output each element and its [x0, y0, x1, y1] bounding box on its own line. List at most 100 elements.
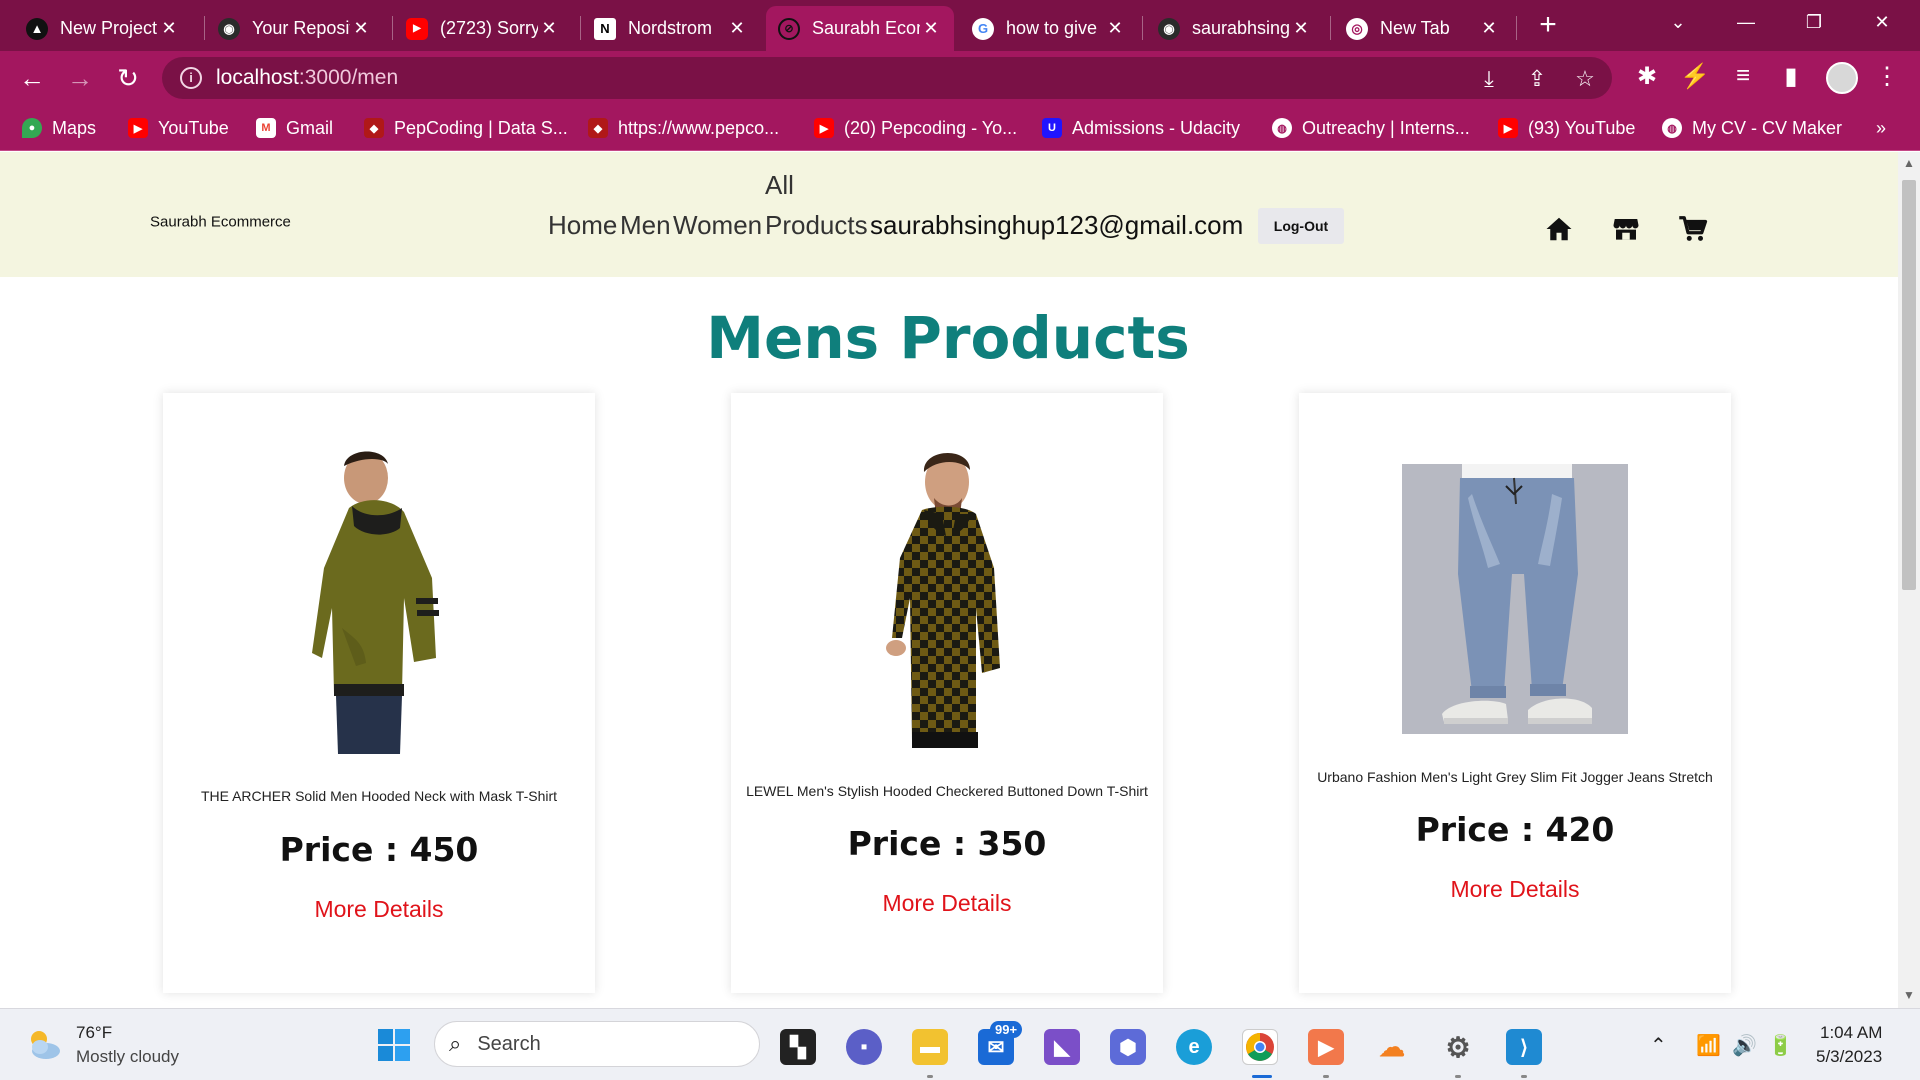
tab-search-chevron-icon[interactable]: ⌄	[1648, 0, 1708, 44]
product-image-hoodie[interactable]	[163, 448, 595, 754]
store-icon[interactable]	[1611, 214, 1641, 244]
taskbar-search-input[interactable]: ⌕ Search	[434, 1021, 760, 1067]
taskbar-clock-time[interactable]: 1:04 AM	[1820, 1023, 1882, 1043]
bookmark-gmail[interactable]: M Gmail	[256, 115, 333, 141]
share-icon[interactable]: ⇪	[1524, 66, 1550, 92]
browser-tab-nordstrom[interactable]: N Nordstrom ✕	[582, 6, 760, 51]
scroll-down-arrow-icon[interactable]: ▼	[1898, 988, 1920, 1002]
bookmark-pepcoding-youtube[interactable]: ▶ (20) Pepcoding - Yo...	[814, 115, 1017, 141]
home-icon[interactable]	[1544, 214, 1574, 244]
bookmark-udacity[interactable]: U Admissions - Udacity	[1042, 115, 1240, 141]
battery-charging-icon[interactable]: 🔋	[1768, 1033, 1793, 1058]
side-panel-icon[interactable]: ▮	[1776, 62, 1806, 91]
nav-link-men[interactable]: Men	[620, 210, 671, 241]
bookmark-youtube-93[interactable]: ▶ (93) YouTube	[1498, 115, 1635, 141]
scrollbar-thumb[interactable]	[1902, 180, 1916, 590]
running-indicator	[927, 1075, 933, 1078]
bookmark-pepcoding-url[interactable]: ◆ https://www.pepco...	[588, 115, 779, 141]
cloud-app-icon[interactable]: ☁	[1374, 1029, 1410, 1065]
close-icon[interactable]: ✕	[538, 18, 560, 39]
settings-gear-icon[interactable]: ⚙	[1440, 1029, 1476, 1065]
reading-list-icon[interactable]: ≡	[1728, 62, 1758, 90]
nav-link-all-products[interactable]: All	[765, 170, 794, 201]
file-explorer-icon[interactable]: ▬	[912, 1029, 948, 1065]
close-icon[interactable]: ✕	[920, 18, 942, 39]
running-indicator	[1323, 1075, 1329, 1078]
install-app-icon[interactable]: ⤓	[1476, 66, 1502, 92]
tab-separator	[204, 16, 205, 40]
browser-tab-new-tab[interactable]: ◎ New Tab ✕	[1334, 6, 1512, 51]
bookmark-pepcoding[interactable]: ◆ PepCoding | Data S...	[364, 115, 568, 141]
task-view-icon[interactable]: ▚	[780, 1029, 816, 1065]
bookmarks-overflow-icon[interactable]: »	[1876, 115, 1886, 141]
close-icon[interactable]: ✕	[1104, 18, 1126, 39]
forward-arrow-icon[interactable]: →	[64, 62, 96, 94]
weather-cloudy-icon[interactable]	[24, 1025, 64, 1065]
bookmark-maps[interactable]: ● Maps	[22, 115, 96, 141]
product-card: LEWEL Men's Stylish Hooded Checkered But…	[731, 393, 1163, 993]
bookmark-cv-maker[interactable]: ◍ My CV - CV Maker	[1662, 115, 1842, 141]
new-tab-button[interactable]: +	[1530, 8, 1566, 44]
site-brand[interactable]: Saurabh Ecommerce	[150, 214, 291, 231]
youtube-icon: ▶	[1498, 118, 1518, 138]
browser-tab-saurabh-ecommerce[interactable]: ⊘ Saurabh Ecommerce ✕	[766, 6, 954, 51]
close-icon[interactable]: ✕	[350, 18, 372, 39]
browser-tab-youtube[interactable]: ▶ (2723) Sorry ✕	[394, 6, 572, 51]
visual-studio-icon[interactable]: ◣	[1044, 1029, 1080, 1065]
logout-button[interactable]: Log-Out	[1258, 208, 1344, 244]
product-image-jogger-jeans[interactable]	[1299, 464, 1731, 734]
bookmark-youtube[interactable]: ▶ YouTube	[128, 115, 229, 141]
close-icon[interactable]: ✕	[1290, 18, 1312, 39]
address-bar[interactable]: i localhost:3000/men ⤓ ⇪ ☆	[162, 57, 1612, 99]
more-details-link[interactable]: More Details	[731, 890, 1163, 917]
site-info-icon[interactable]: i	[180, 67, 202, 89]
close-window-button[interactable]: ✕	[1852, 0, 1912, 44]
weather-description[interactable]: Mostly cloudy	[76, 1047, 179, 1067]
nav-link-women[interactable]: Women	[673, 210, 762, 241]
page-scrollbar[interactable]: ▲ ▼	[1898, 152, 1920, 1008]
teams-chat-icon[interactable]: ▪	[846, 1029, 882, 1065]
more-details-link[interactable]: More Details	[163, 896, 595, 923]
product-card: THE ARCHER Solid Men Hooded Neck with Ma…	[163, 393, 595, 993]
windows-start-icon[interactable]	[376, 1027, 412, 1063]
url-text[interactable]: localhost:3000/men	[216, 66, 398, 90]
more-details-link[interactable]: More Details	[1299, 876, 1731, 903]
scroll-up-arrow-icon[interactable]: ▲	[1898, 156, 1920, 170]
browser-tab-google-search[interactable]: G how to give ✕	[960, 6, 1138, 51]
nav-link-all-products-line1: All	[765, 170, 794, 200]
cart-icon[interactable]	[1678, 214, 1708, 244]
kebab-menu-icon[interactable]: ⋮	[1872, 62, 1902, 91]
bookmark-star-icon[interactable]: ☆	[1572, 66, 1598, 92]
presentation-app-icon[interactable]: ▶	[1308, 1029, 1344, 1065]
copilot-icon[interactable]: ⬢	[1110, 1029, 1146, 1065]
wifi-icon[interactable]: 📶	[1696, 1033, 1721, 1058]
browser-tab-new-project[interactable]: ▲ New Project ✕	[14, 6, 192, 51]
tab-separator	[580, 16, 581, 40]
nav-link-all-products-line2[interactable]: Products	[765, 210, 868, 241]
product-card: Urbano Fashion Men's Light Grey Slim Fit…	[1299, 393, 1731, 993]
taskbar-clock-date[interactable]: 5/3/2023	[1816, 1047, 1882, 1067]
browser-tab-github-profile[interactable]: ◉ saurabhsinghup ✕	[1146, 6, 1324, 51]
vscode-icon[interactable]: ⟩	[1506, 1029, 1542, 1065]
tray-chevron-up-icon[interactable]: ⌃	[1650, 1033, 1667, 1058]
chrome-icon[interactable]	[1242, 1029, 1278, 1065]
edge-icon[interactable]: e	[1176, 1029, 1212, 1065]
bookmark-outreachy[interactable]: ◍ Outreachy | Interns...	[1272, 115, 1470, 141]
youtube-icon: ▶	[814, 118, 834, 138]
close-icon[interactable]: ✕	[158, 18, 180, 39]
restore-button[interactable]: ❐	[1784, 0, 1844, 44]
weather-temperature[interactable]: 76°F	[76, 1023, 112, 1043]
product-image-checkered-shirt[interactable]	[731, 448, 1163, 748]
close-icon[interactable]: ✕	[726, 18, 748, 39]
nav-link-home[interactable]: Home	[548, 210, 617, 241]
browser-tab-repositories[interactable]: ◉ Your Repositories ✕	[206, 6, 384, 51]
extensions-puzzle-icon[interactable]: ✱	[1632, 62, 1662, 91]
performance-icon[interactable]: ⚡	[1680, 62, 1710, 91]
volume-icon[interactable]: 🔊	[1732, 1033, 1757, 1058]
profile-avatar[interactable]	[1826, 62, 1858, 94]
reload-icon[interactable]: ↻	[112, 62, 144, 94]
close-icon[interactable]: ✕	[1478, 18, 1500, 39]
minimize-button[interactable]: —	[1716, 0, 1776, 44]
hoodie-image	[312, 448, 439, 754]
back-arrow-icon[interactable]: ←	[16, 62, 48, 94]
